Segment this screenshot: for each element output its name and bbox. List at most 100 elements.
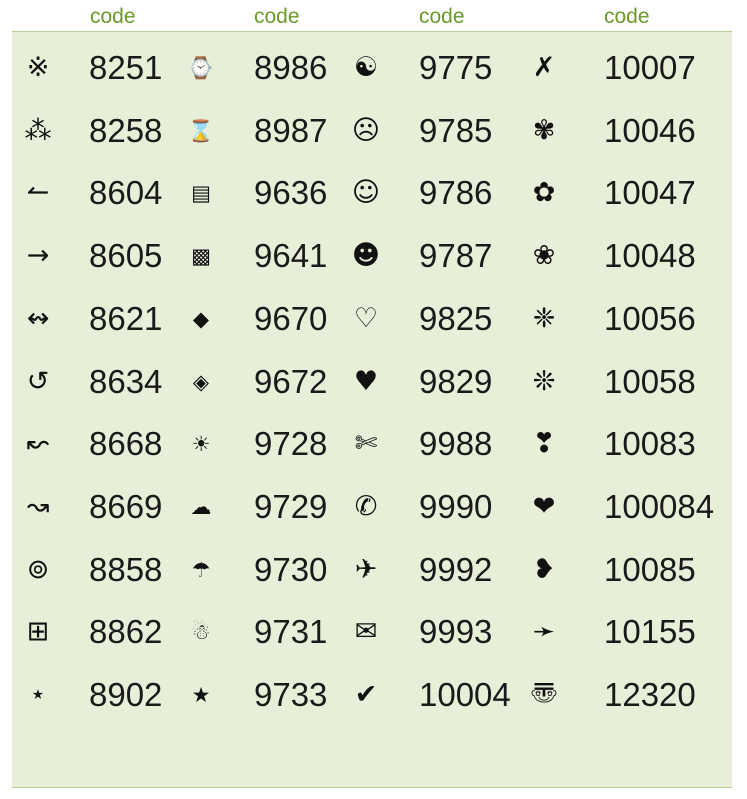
reference-mark-icon: ※ [26,52,50,83]
striped-square-icon: ▤ [191,181,211,206]
wave-arrow-left-icon: ↼ [26,177,50,209]
crosshatch-square-icon: ▩ [191,244,211,269]
code-value: 9829 [419,362,493,400]
table-header: code code code code [0,0,747,32]
code-value: 9728 [254,425,328,463]
code-value: 8668 [89,425,163,463]
teardrop-asterisk-icon: ❊ [532,365,556,397]
umbrella-icon: ☂ [191,557,211,582]
code-value: 100084 [604,487,715,525]
code-value: 8987 [254,111,328,149]
sparkle-icon: ❈ [532,302,556,334]
florette-icon: ✾ [532,114,556,146]
column-header: code [254,5,300,28]
scissors-icon: ✄ [354,428,378,460]
column-header: code [90,5,136,28]
table-row: ⊞ 8862 ☃ 9731 ✉ 9993 ➛ 10155 [12,601,732,663]
code-value: 9785 [419,111,493,149]
squiggle-arrow-right-icon: ↝ [26,490,50,522]
column-header: code [419,5,465,28]
code-value: 9990 [419,487,493,525]
black-diamond-icon: ◆ [192,306,210,331]
hourglass-icon: ⌛ [187,118,215,143]
table-row: ※ 8251 ⌚ 8986 ☯ 9775 ✗ 10007 [12,37,732,99]
code-value: 10004 [419,676,511,713]
code-value: 10056 [604,299,696,337]
code-value: 8258 [89,111,163,149]
code-value: 10083 [604,425,696,463]
table-row: ⊚ 8858 ☂ 9730 ✈ 9992 ❥ 10085 [12,539,732,601]
code-value: 9731 [254,613,328,651]
rotated-heart-icon: ❥ [532,553,556,585]
table-row: ⁂ 8258 ⌛ 8987 ☹ 9785 ✾ 10046 [12,100,732,162]
circled-ring-icon: ⊚ [26,553,50,585]
star-operator-icon: ⋆ [29,679,47,710]
black-star-icon: ★ [191,683,211,707]
code-value: 10047 [604,174,696,212]
cloud-icon: ☁ [190,494,212,519]
white-florette-icon: ❀ [532,240,556,272]
symbol-code-table: ※ 8251 ⌚ 8986 ☯ 9775 ✗ 10007 ⁂ 8258 ⌛ 8987 ☹ 9785 ✾ 100… [12,31,732,788]
squiggle-arrow-left-icon: ↜ [26,428,50,460]
table-row: ⋆ 8902 ★ 9733 ✔ 10004 〠 12320 [12,664,732,726]
code-value: 8902 [89,676,163,713]
asterism-icon: ⁂ [24,114,52,146]
table-row: ↼ 8604 ▤ 9636 ☺ 9786 ✿ 10047 [12,162,732,224]
black-florette-icon: ✿ [532,177,556,209]
code-value: 12320 [604,676,696,713]
black-heart-icon: ♥ [353,365,379,397]
column-header: code [604,5,650,28]
code-value: 9733 [254,676,328,713]
table-row: → 8605 ▩ 9641 ☻ 9787 ❀ 10048 [12,225,732,287]
table-row: ↺ 8634 ◈ 9672 ♥ 9829 ❊ 10058 [12,351,732,413]
code-value: 9825 [419,299,493,337]
code-value: 8251 [89,49,163,86]
code-value: 9992 [419,550,493,588]
anticlockwise-arrow-icon: ↺ [26,365,50,397]
code-value: 10007 [604,49,696,86]
code-value: 8858 [89,550,163,588]
yin-yang-icon: ☯ [353,52,379,83]
code-value: 8986 [254,49,328,86]
code-value: 8669 [89,487,163,525]
check-mark-icon: ✔ [354,679,378,710]
smiling-face-icon: ☺ [351,177,381,209]
code-value: 9729 [254,487,328,525]
squared-plus-icon: ⊞ [26,616,50,648]
code-value: 10048 [604,237,696,275]
code-value: 10046 [604,111,696,149]
airplane-icon: ✈ [354,553,378,585]
code-value: 8605 [89,237,163,275]
code-value: 9641 [254,237,328,275]
snowman-icon: ☃ [191,620,211,645]
code-value: 9672 [254,362,328,400]
code-value: 10058 [604,362,696,400]
code-value: 9786 [419,174,493,212]
black-smiling-face-icon: ☻ [351,240,381,272]
telephone-location-icon: ✆ [354,490,378,522]
white-heart-icon: ♡ [353,302,379,334]
code-value: 9636 [254,174,328,212]
wave-arrow-right-icon: → [26,240,50,272]
table-row: ↜ 8668 ☀ 9728 ✄ 9988 ❣ 10083 [12,413,732,475]
code-value: 9988 [419,425,493,463]
code-value: 8862 [89,613,163,651]
table-row: ↝ 8669 ☁ 9729 ✆ 9990 ❤ 100084 [12,476,732,538]
left-right-wave-arrow-icon: ↭ [26,302,50,334]
code-value: 9775 [419,49,493,86]
code-value: 9730 [254,550,328,588]
code-value: 9993 [419,613,493,651]
code-value: 8604 [89,174,163,212]
ballot-x-icon: ✗ [532,52,556,83]
code-value: 10155 [604,613,696,651]
diamond-in-diamond-icon: ◈ [192,369,210,394]
postal-mark-face-icon: 〠 [530,679,558,710]
heavy-heart-icon: ❤ [532,490,556,522]
code-value: 10085 [604,550,696,588]
table-row: ↭ 8621 ◆ 9670 ♡ 9825 ❈ 10056 [12,288,732,350]
frowning-face-icon: ☹ [351,114,381,146]
heart-exclamation-icon: ❣ [532,428,556,460]
watch-icon: ⌚ [187,56,215,80]
code-value: 9787 [419,237,493,275]
code-value: 9670 [254,299,328,337]
